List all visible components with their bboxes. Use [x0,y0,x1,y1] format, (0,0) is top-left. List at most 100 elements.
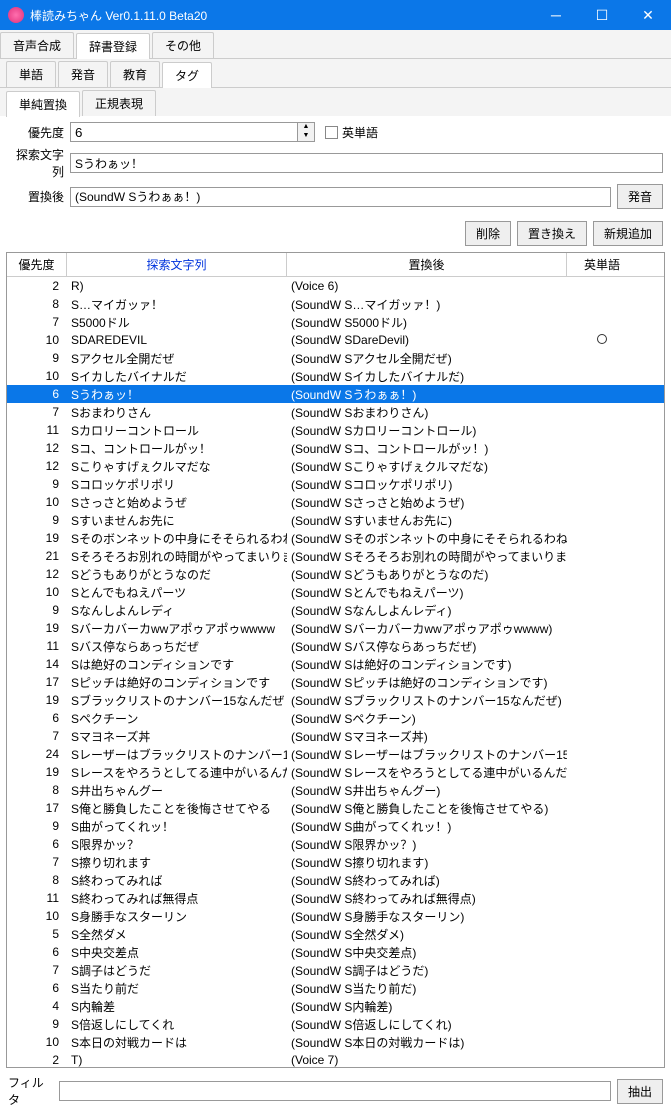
table-row[interactable]: 6S当たり前だ(SoundW S当たり前だ) [7,979,664,997]
cell-priority: 10 [7,333,67,347]
table-row[interactable]: 14Sは絶好のコンディションです(SoundW Sは絶好のコンディションです) [7,655,664,673]
table-row[interactable]: 19Sレースをやろうとしてる連中がいるんだ(SoundW Sレースをやろうとして… [7,763,664,781]
minimize-button[interactable]: ─ [533,0,579,30]
table-row[interactable]: 7S調子はどうだ(SoundW S調子はどうだ) [7,961,664,979]
sub-tab-1[interactable]: 発音 [58,61,108,87]
table-row[interactable]: 9Sすいませんお先に(SoundW Sすいませんお先に) [7,511,664,529]
extract-button[interactable]: 抽出 [617,1079,663,1104]
col-eiword[interactable]: 英単語 [567,253,637,276]
table-row[interactable]: 7S5000ドル(SoundW S5000ドル) [7,313,664,331]
table-row[interactable]: 5S全然ダメ(SoundW S全然ダメ) [7,925,664,943]
filter-label: フィルタ [8,1074,53,1108]
table-row[interactable]: 10SDAREDEVIL(SoundW SDareDevil) [7,331,664,349]
cell-search: Sバス停ならあっちだぜ [67,638,287,655]
table-row[interactable]: 6S限界かッ？(SoundW S限界かッ？) [7,835,664,853]
search-label: 探索文字列 [8,146,70,180]
col-replace[interactable]: 置換後 [287,253,567,276]
cell-search: Sとんでもねえパーツ [67,584,287,601]
mode-tab-1[interactable]: 正規表現 [82,90,156,116]
cell-search: S俺と勝負したことを後悔させてやる [67,800,287,817]
cell-search: Sアクセル全開だぜ [67,350,287,367]
table-row[interactable]: 17Sピッチは絶好のコンディションです(SoundW Sピッチは絶好のコンディシ… [7,673,664,691]
sub-tab-2[interactable]: 教育 [110,61,160,87]
replace-button[interactable]: 置き換え [517,221,587,246]
maximize-button[interactable]: ☐ [579,0,625,30]
table-row[interactable]: 19Sバーカバーカwwアポゥアポゥwwww(SoundW Sバーカバーカwwアポ… [7,619,664,637]
table-row[interactable]: 12Sこりゃすげぇクルマだな(SoundW Sこりゃすげぇクルマだな) [7,457,664,475]
main-tab-1[interactable]: 辞書登録 [76,33,150,59]
table-row[interactable]: 2T)(Voice 7) [7,1051,664,1067]
cell-priority: 19 [7,765,67,779]
cell-search: S擦り切れます [67,854,287,871]
table-row[interactable]: 11S終わってみれば無得点(SoundW S終わってみれば無得点) [7,889,664,907]
priority-down-button[interactable]: ▼ [298,132,314,141]
table-row[interactable]: 7Sマヨネーズ丼(SoundW Sマヨネーズ丼) [7,727,664,745]
sub-tab-3[interactable]: タグ [162,62,212,88]
close-button[interactable]: ✕ [625,0,671,30]
col-priority[interactable]: 優先度 [7,253,67,276]
table-row[interactable]: 9S曲がってくれッ！(SoundW S曲がってくれッ！) [7,817,664,835]
pronounce-button[interactable]: 発音 [617,184,663,209]
cell-priority: 7 [7,855,67,869]
cell-priority: 2 [7,279,67,293]
replace-label: 置換後 [8,188,70,205]
cell-replace: (SoundW Sうわぁぁ！) [287,386,567,403]
table-row[interactable]: 19Sブラックリストのナンバー15なんだぜ(SoundW Sブラックリストのナン… [7,691,664,709]
delete-button[interactable]: 削除 [465,221,511,246]
cell-replace: (SoundW Sこりゃすげぇクルマだな) [287,458,567,475]
table-row[interactable]: 12Sどうもありがとうなのだ(SoundW Sどうもありがとうなのだ) [7,565,664,583]
form-area: 優先度 ▲ ▼ 英単語 探索文字列 置換後 発音 [0,116,671,217]
cell-priority: 5 [7,927,67,941]
table-row[interactable]: 10Sさっさと始めようぜ(SoundW Sさっさと始めようぜ) [7,493,664,511]
cell-replace: (SoundW Sマヨネーズ丼) [287,728,567,745]
cell-replace: (Voice 7) [287,1053,567,1067]
col-search[interactable]: 探索文字列 [67,253,287,276]
table-row[interactable]: 17S俺と勝負したことを後悔させてやる(SoundW S俺と勝負したことを後悔さ… [7,799,664,817]
table-row[interactable]: 4S内輪差(SoundW S内輪差) [7,997,664,1015]
search-input[interactable] [70,153,663,173]
priority-up-button[interactable]: ▲ [298,123,314,132]
table-row[interactable]: 9Sコロッケポリポリ(SoundW Sコロッケポリポリ) [7,475,664,493]
table-row[interactable]: 9S倍返しにしてくれ(SoundW S倍返しにしてくれ) [7,1015,664,1033]
eiword-checkbox[interactable] [325,126,338,139]
grid-body[interactable]: 2R)(Voice 6)8S…マイガッァ！(SoundW S…マイガッァ！)7S… [7,277,664,1067]
table-row[interactable]: 8S…マイガッァ！(SoundW S…マイガッァ！) [7,295,664,313]
cell-search: Sそろそろお別れの時間がやってまいりました [67,548,287,565]
replace-input[interactable] [70,187,611,207]
table-row[interactable]: 10S身勝手なスターリン(SoundW S身勝手なスターリン) [7,907,664,925]
table-row[interactable]: 11Sバス停ならあっちだぜ(SoundW Sバス停ならあっちだぜ) [7,637,664,655]
table-row[interactable]: 10S本日の対戦カードは(SoundW S本日の対戦カードは) [7,1033,664,1051]
table-row[interactable]: 8S井出ちゃんグー(SoundW S井出ちゃんグー) [7,781,664,799]
mode-tab-0[interactable]: 単純置換 [6,91,80,117]
table-row[interactable]: 6Sペクチーン(SoundW Sペクチーン) [7,709,664,727]
table-row[interactable]: 10Sとんでもねえパーツ(SoundW Sとんでもねえパーツ) [7,583,664,601]
main-tab-2[interactable]: その他 [152,32,214,58]
table-row[interactable]: 12Sコ、コントロールがッ！(SoundW Sコ、コントロールがッ！) [7,439,664,457]
table-row[interactable]: 19Sそのボンネットの中身にそそられるわね(SoundW Sそのボンネットの中身… [7,529,664,547]
table-row[interactable]: 6S中央交差点(SoundW S中央交差点) [7,943,664,961]
cell-search: S井出ちゃんグー [67,782,287,799]
table-row[interactable]: 6Sうわぁッ！(SoundW Sうわぁぁ！) [7,385,664,403]
cell-replace: (SoundW Sさっさと始めようぜ) [287,494,567,511]
cell-priority: 6 [7,945,67,959]
table-row[interactable]: 21Sそろそろお別れの時間がやってまいりました(SoundW Sそろそろお別れの… [7,547,664,565]
cell-priority: 10 [7,909,67,923]
table-row[interactable]: 9Sなんしよんレディ(SoundW Sなんしよんレディ) [7,601,664,619]
table-row[interactable]: 7S擦り切れます(SoundW S擦り切れます) [7,853,664,871]
table-row[interactable]: 2R)(Voice 6) [7,277,664,295]
table-row[interactable]: 8S終わってみれば(SoundW S終わってみれば) [7,871,664,889]
table-row[interactable]: 7Sおまわりさん(SoundW Sおまわりさん) [7,403,664,421]
table-row[interactable]: 10Sイカしたバイナルだ(SoundW Sイカしたバイナルだ) [7,367,664,385]
table-row[interactable]: 11Sカロリーコントロール(SoundW Sカロリーコントロール) [7,421,664,439]
cell-replace: (SoundW S調子はどうだ) [287,962,567,979]
priority-input[interactable] [70,122,298,142]
table-row[interactable]: 24Sレーザーはブラックリストのナンバー15なんだぜ(SoundW Sレーザーは… [7,745,664,763]
cell-search: S終わってみれば無得点 [67,890,287,907]
eiword-label: 英単語 [342,124,378,141]
sub-tab-0[interactable]: 単語 [6,61,56,87]
filter-input[interactable] [59,1081,611,1101]
main-tab-0[interactable]: 音声合成 [0,32,74,58]
table-row[interactable]: 9Sアクセル全開だぜ(SoundW Sアクセル全開だぜ) [7,349,664,367]
cell-search: Sおまわりさん [67,404,287,421]
add-button[interactable]: 新規追加 [593,221,663,246]
